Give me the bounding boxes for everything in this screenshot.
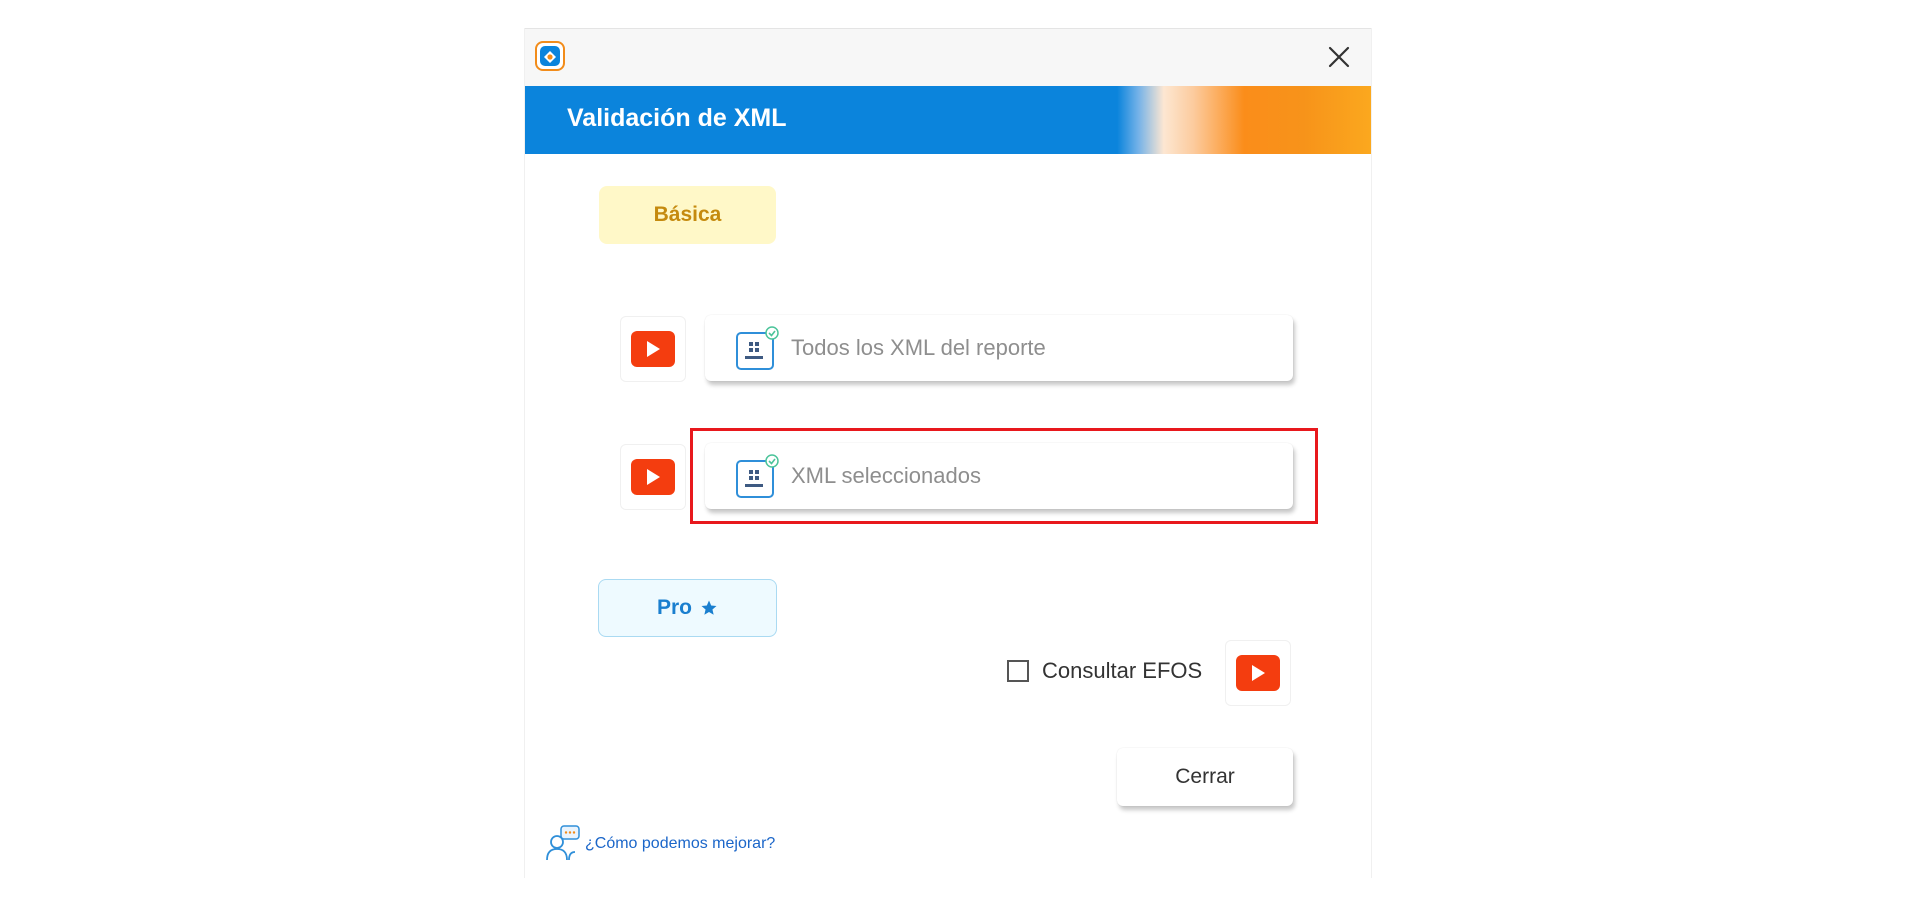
video-button-efos[interactable] [1225, 640, 1291, 706]
pro-label: Pro [656, 596, 692, 619]
basic-section-tag: Básica [599, 186, 776, 244]
close-dialog-button[interactable]: Cerrar [1117, 748, 1293, 806]
feedback-label: ¿Cómo podemos mejorar? [585, 835, 776, 852]
star-icon [701, 600, 717, 615]
all-xml-report-label: Todos los XML del reporte [791, 335, 1046, 360]
feedback-people-icon [546, 825, 580, 861]
efos-checkbox-row[interactable]: Consultar EFOS [1007, 658, 1202, 684]
efos-label: Consultar EFOS [1042, 658, 1203, 683]
video-button-selected-xml[interactable] [620, 444, 686, 510]
feedback-link[interactable]: ¿Cómo podemos mejorar? [545, 824, 775, 864]
youtube-play-icon [631, 459, 675, 495]
app-logo-icon [535, 41, 565, 71]
close-icon [1328, 46, 1350, 68]
validation-dialog: Validación de XML Básica Todos los XML d… [524, 28, 1372, 878]
dialog-title: Validación de XML [567, 104, 787, 132]
title-bar [525, 28, 1371, 87]
all-xml-report-button[interactable]: Todos los XML del reporte [705, 315, 1293, 381]
efos-checkbox[interactable] [1007, 660, 1029, 682]
youtube-play-icon [631, 331, 675, 367]
dialog-header: Validación de XML [525, 86, 1371, 154]
sat-document-icon [736, 326, 779, 370]
selection-highlight-box [690, 428, 1318, 524]
youtube-play-icon [1236, 655, 1280, 691]
video-button-all-xml[interactable] [620, 316, 686, 382]
pro-section-tag: Pro [598, 579, 777, 637]
close-button[interactable] [1319, 37, 1359, 77]
